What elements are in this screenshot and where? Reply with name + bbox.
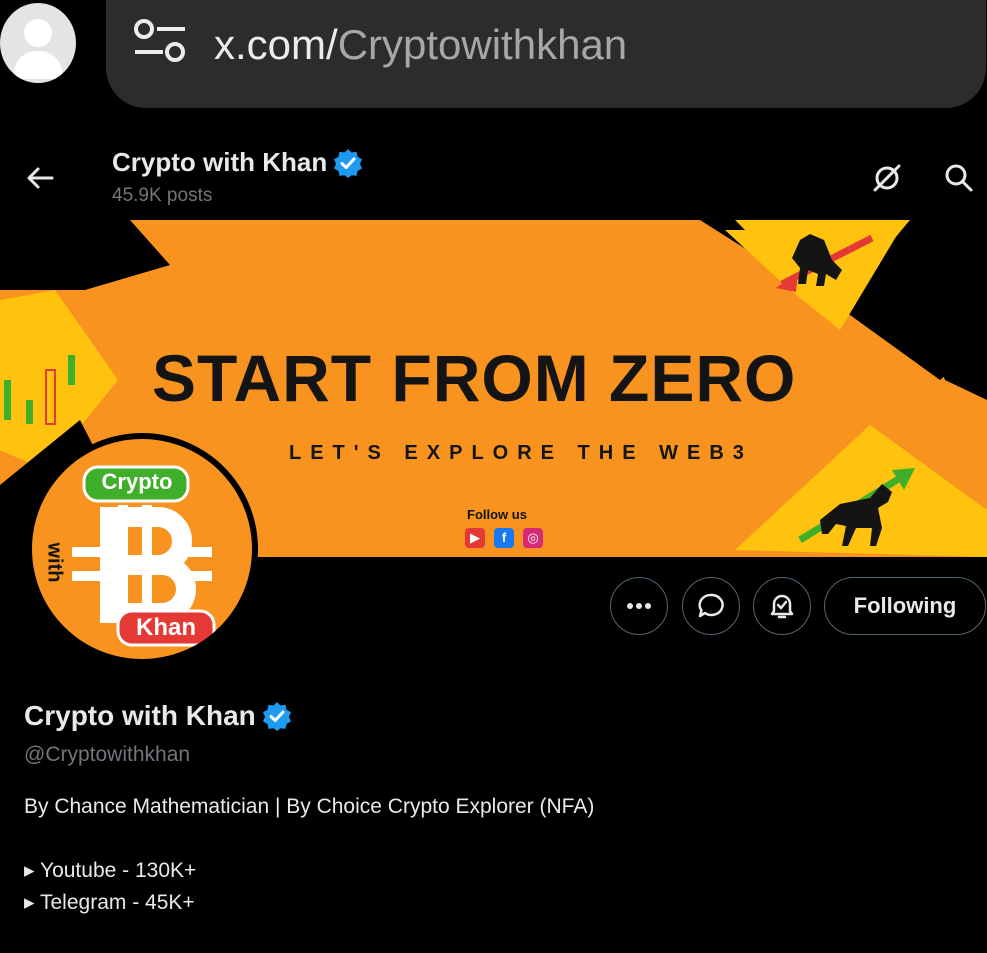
instagram-icon: ◎ xyxy=(523,528,543,548)
grok-icon[interactable] xyxy=(870,161,904,195)
more-dots-icon xyxy=(627,603,651,609)
url-path: Cryptowithkhan xyxy=(337,21,628,68)
message-button[interactable] xyxy=(682,577,740,635)
avatar-khan-label: Khan xyxy=(136,614,196,641)
avatar-head-shape xyxy=(24,19,52,47)
url-host: x.com/ xyxy=(214,21,338,68)
avatar-crypto-label: Crypto xyxy=(101,469,173,494)
avatar-body-shape xyxy=(14,51,62,79)
profile-avatar[interactable]: Crypto Khan with xyxy=(26,433,258,665)
facebook-icon: f xyxy=(494,528,514,548)
browser-profile-avatar[interactable] xyxy=(0,3,76,83)
message-bubble-icon xyxy=(698,593,724,618)
site-settings-icon[interactable] xyxy=(133,18,187,64)
header-profile-name: Crypto with Khan xyxy=(112,147,363,178)
bio-link-youtube: ▸ Youtube - 130K+ xyxy=(24,859,197,882)
youtube-icon: ▶ xyxy=(465,528,485,548)
banner-headline: START FROM ZERO xyxy=(152,341,797,415)
banner-subline: LET'S EXPLORE THE WEB3 xyxy=(289,442,753,464)
profile-handle: @Cryptowithkhan xyxy=(24,743,191,766)
avatar-logo: Crypto Khan with xyxy=(32,439,252,659)
url-bar[interactable]: x.com/Cryptowithkhan xyxy=(106,0,986,108)
banner-follow-label: Follow us xyxy=(467,507,527,522)
following-button[interactable]: Following xyxy=(824,577,986,635)
search-icon[interactable] xyxy=(942,161,976,195)
header-posts-count: 45.9K posts xyxy=(112,185,213,206)
bio-link-telegram: ▸ Telegram - 45K+ xyxy=(24,891,195,914)
notifications-button[interactable] xyxy=(753,577,811,635)
url-text[interactable]: x.com/Cryptowithkhan xyxy=(214,20,627,70)
bell-check-icon xyxy=(770,594,794,619)
profile-bio: By Chance Mathematician | By Choice Cryp… xyxy=(24,795,595,818)
more-options-button[interactable] xyxy=(610,577,668,635)
header-name-text: Crypto with Khan xyxy=(112,147,328,177)
verified-badge-icon[interactable] xyxy=(262,701,292,731)
profile-name-text: Crypto with Khan xyxy=(24,700,256,731)
verified-badge-icon xyxy=(334,148,363,178)
profile-name: Crypto with Khan xyxy=(24,700,292,732)
back-arrow-icon[interactable] xyxy=(24,162,56,194)
avatar-with-label: with xyxy=(43,542,66,583)
